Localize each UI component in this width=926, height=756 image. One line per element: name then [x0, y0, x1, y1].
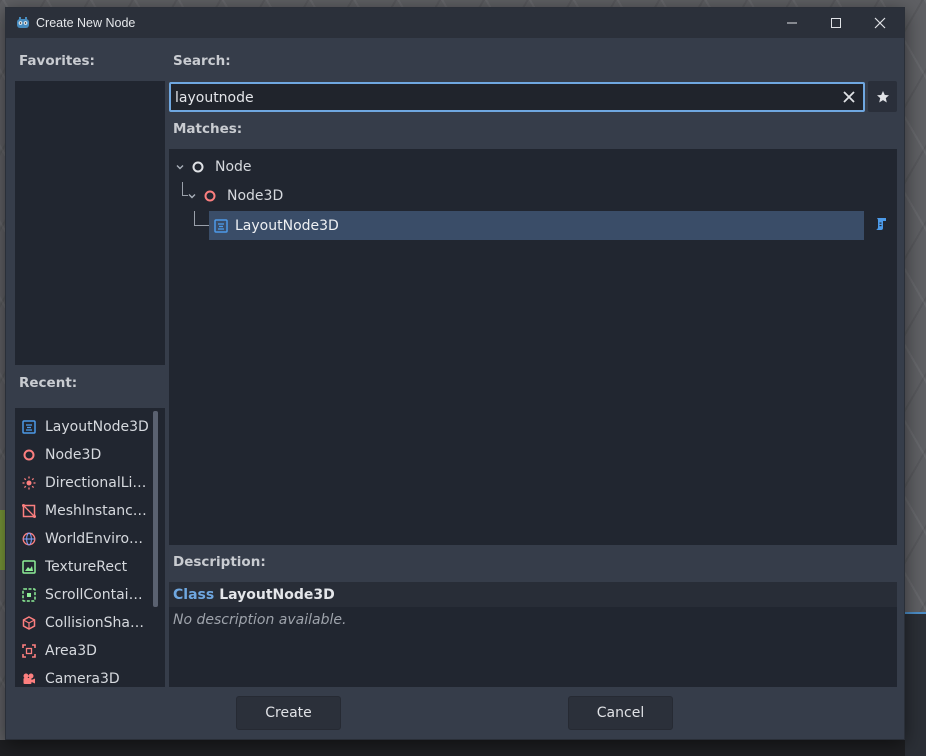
layout-node-icon: [214, 218, 228, 233]
recent-item-label: ScrollContainer: [45, 587, 149, 603]
create-button[interactable]: Create: [236, 696, 341, 730]
search-input[interactable]: [175, 88, 825, 108]
recent-item-worldenvironment[interactable]: WorldEnvironment: [15, 525, 151, 553]
tree-item-layoutnode3d-selected[interactable]: LayoutNode3D: [209, 211, 864, 240]
recent-item-layoutnode3d[interactable]: LayoutNode3D: [15, 413, 151, 441]
recent-item-label: MeshInstance3D: [45, 503, 149, 519]
layout-node-icon: [22, 420, 36, 434]
chevron-down-icon[interactable]: [187, 191, 197, 201]
directional-light-icon: [22, 476, 36, 490]
favorite-star-button[interactable]: [868, 81, 897, 112]
camera3d-icon: [22, 672, 36, 686]
recent-item-camera3d[interactable]: Camera3D: [15, 665, 151, 687]
clear-icon[interactable]: [839, 87, 859, 107]
tree-item-label: LayoutNode3D: [235, 217, 339, 234]
background-editor-panel: [905, 612, 926, 756]
recent-item-scrollcontainer[interactable]: ScrollContainer: [15, 581, 151, 609]
tree-item-label: Node: [215, 158, 252, 175]
node3d-circle-icon: [22, 448, 36, 462]
tree-item-label: Node3D: [227, 187, 284, 204]
recent-item-label: LayoutNode3D: [45, 419, 149, 435]
description-header: Class LayoutNode3D: [169, 582, 897, 607]
recent-scrollbar[interactable]: [153, 411, 158, 607]
tree-connector: [194, 225, 209, 226]
texture-rect-icon: [22, 560, 36, 574]
recent-item-texturerect[interactable]: TextureRect: [15, 553, 151, 581]
recent-list[interactable]: LayoutNode3D Node3D DirectionalLight3D M…: [15, 408, 165, 687]
cancel-button[interactable]: Cancel: [568, 696, 673, 730]
class-keyword[interactable]: Class: [173, 587, 214, 603]
godot-logo-icon: [16, 16, 30, 30]
recent-label: Recent:: [19, 375, 78, 391]
description-text: No description available.: [173, 612, 347, 628]
class-name: LayoutNode3D: [219, 586, 335, 603]
recent-item-label: DirectionalLight3D: [45, 475, 149, 491]
recent-item-label: Camera3D: [45, 671, 120, 687]
matches-tree[interactable]: Node Node3D LayoutNode3D: [169, 149, 897, 545]
window-title: Create New Node: [36, 16, 136, 30]
node3d-circle-icon: [203, 189, 217, 203]
favorites-label: Favorites:: [19, 53, 95, 69]
recent-item-label: CollisionShape3D: [45, 615, 149, 631]
description-label: Description:: [173, 554, 266, 570]
world-environment-icon: [22, 532, 36, 546]
area3d-icon: [22, 644, 36, 658]
title-bar[interactable]: Create New Node: [6, 8, 904, 38]
recent-item-label: Area3D: [45, 643, 97, 659]
matches-label: Matches:: [173, 121, 243, 137]
recent-item-collisionshape3d[interactable]: CollisionShape3D: [15, 609, 151, 637]
collision-shape-icon: [22, 616, 36, 630]
recent-item-label: TextureRect: [45, 559, 128, 575]
star-icon: [876, 90, 890, 104]
script-icon[interactable]: [873, 216, 889, 232]
close-window-button[interactable]: [858, 8, 902, 38]
node-circle-icon: [191, 160, 205, 174]
tree-connector: [182, 182, 183, 195]
recent-item-node3d[interactable]: Node3D: [15, 441, 151, 469]
recent-item-meshinstance3d[interactable]: MeshInstance3D: [15, 497, 151, 525]
recent-item-area3d[interactable]: Area3D: [15, 637, 151, 665]
mesh-instance-icon: [22, 504, 36, 518]
search-field[interactable]: [169, 82, 865, 112]
create-node-dialog: Create New Node Favorites: Recent: Layou…: [5, 7, 905, 740]
favorites-list[interactable]: [15, 81, 165, 365]
tree-connector: [194, 211, 195, 225]
search-label: Search:: [173, 53, 231, 69]
maximize-button[interactable]: [814, 8, 858, 38]
tree-item-node[interactable]: Node: [175, 152, 252, 181]
description-panel: Class LayoutNode3D No description availa…: [169, 582, 897, 687]
background-editor-strip: [0, 740, 926, 756]
recent-item-label: WorldEnvironment: [45, 531, 149, 547]
recent-item-label: Node3D: [45, 447, 102, 463]
recent-item-directionallight3d[interactable]: DirectionalLight3D: [15, 469, 151, 497]
scroll-container-icon: [22, 588, 36, 602]
chevron-down-icon[interactable]: [175, 162, 185, 172]
minimize-button[interactable]: [770, 8, 814, 38]
tree-item-node3d[interactable]: Node3D: [187, 181, 283, 210]
